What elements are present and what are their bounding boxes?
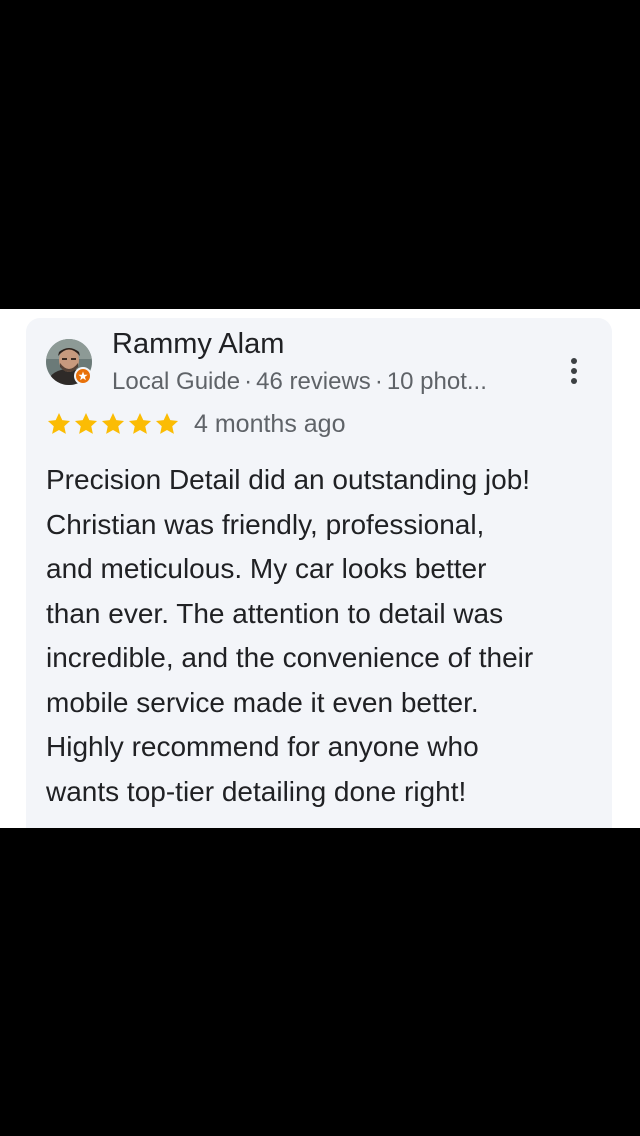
meta-separator: ·: [244, 368, 253, 395]
more-vertical-icon: [571, 368, 577, 374]
star-icon: [100, 411, 126, 437]
letterbox-bottom: [0, 828, 640, 1136]
meta-separator: ·: [374, 368, 383, 395]
more-vertical-icon: [571, 378, 577, 384]
star-icon: [127, 411, 153, 437]
star-icon: [46, 411, 72, 437]
reviewer-level: Local Guide: [112, 368, 241, 395]
reviewer-name[interactable]: Rammy Alam: [112, 326, 284, 362]
review-text-line: Christian was friendly, professional,: [46, 508, 485, 540]
rating-row: 4 months ago: [46, 406, 346, 442]
review-text-line: incredible, and the convenience of their: [46, 642, 534, 673]
review-count: 46 reviews: [256, 368, 371, 395]
review-text-line: and meticulous. My car looks better: [46, 553, 487, 584]
local-guide-badge-icon: [74, 367, 92, 385]
star-icon: [73, 411, 99, 437]
more-vertical-icon: [571, 358, 577, 364]
review-text-line: mobile service made it even better.: [46, 686, 479, 718]
review-text-line: than ever. The attention to detail was: [46, 597, 504, 629]
review-text-line: Precision Detail did an outstanding job!: [46, 464, 531, 495]
photo-count: 10 phot...: [386, 368, 487, 395]
letterbox-top: [0, 0, 640, 309]
review-text-line: wants top-tier detailing done right!: [46, 775, 467, 807]
review-date: 4 months ago: [194, 410, 346, 438]
more-options-button[interactable]: [560, 353, 588, 389]
review-text: Precision Detail did an outstanding job!…: [46, 458, 606, 814]
reviewer-meta[interactable]: Local Guide · 46 reviews · 10 phot...: [112, 366, 540, 398]
star-icon: [154, 411, 180, 437]
star-rating: [46, 411, 180, 437]
review-text-line: Highly recommend for anyone who: [46, 731, 479, 762]
